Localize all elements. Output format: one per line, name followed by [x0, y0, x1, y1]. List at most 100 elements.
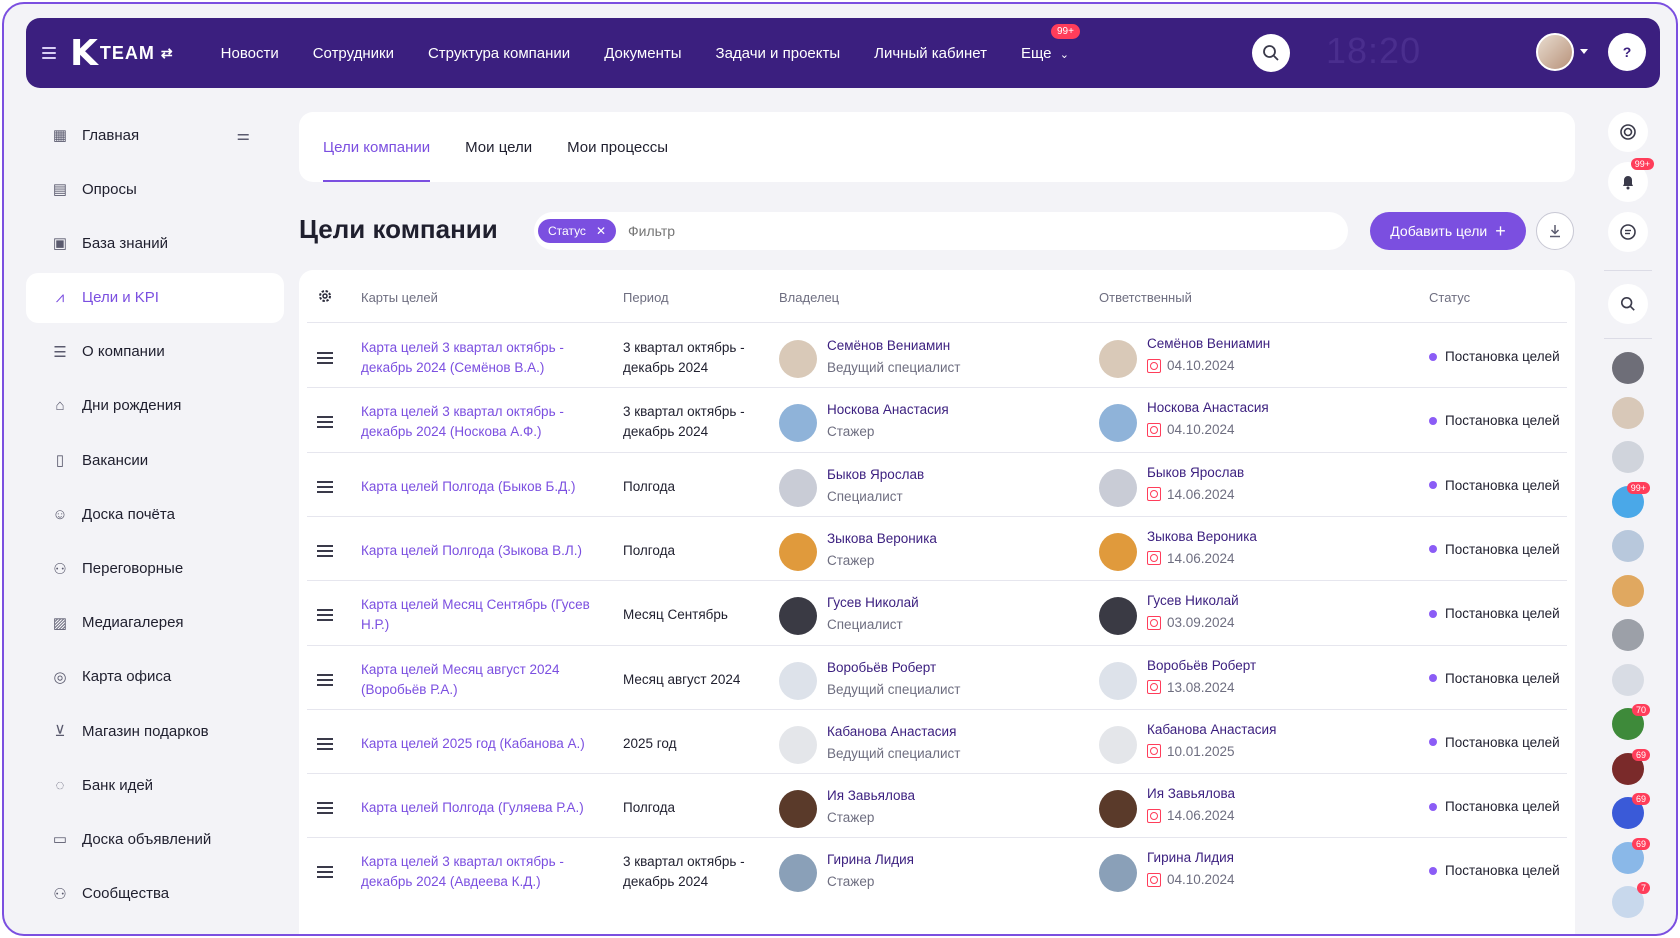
responsible-name[interactable]: Семёнов Вениамин [1147, 336, 1270, 351]
target-button[interactable] [1608, 112, 1648, 152]
contact-avatar[interactable]: 69 [1612, 837, 1650, 874]
nav-documents[interactable]: Документы [604, 45, 681, 62]
add-goals-button[interactable]: Добавить цели + [1370, 212, 1526, 250]
nav-tasks[interactable]: Задачи и проекты [716, 45, 841, 62]
responsible-avatar[interactable] [1099, 340, 1137, 378]
goal-card-link[interactable]: Карта целей Месяц Сентябрь (Гусев Н.Р.) [361, 595, 591, 635]
user-avatar[interactable] [1536, 33, 1574, 71]
owner-avatar[interactable] [779, 854, 817, 893]
nav-news[interactable]: Новости [221, 45, 279, 62]
logo[interactable]: K TEAM ⇄ [70, 33, 173, 74]
contact-avatar[interactable]: 69 [1612, 793, 1650, 829]
responsible-avatar[interactable] [1099, 532, 1137, 571]
contact-avatar[interactable]: 99+ [1612, 481, 1650, 518]
table-row[interactable]: Карта целей Полгода (Гуляева Р.А.) Полгод… [299, 774, 1575, 843]
goal-card-link[interactable]: Карта целей 2025 год (Кабанова А.) [361, 734, 591, 754]
header-owner[interactable]: Владелец [779, 290, 839, 305]
tab-my-processes[interactable]: Мои процессы [567, 112, 668, 182]
sidebar-item[interactable]: ⚇ Переговорные [26, 544, 284, 594]
contact-avatar[interactable] [1612, 530, 1644, 562]
drag-handle-icon[interactable] [317, 609, 333, 622]
sidebar-item[interactable]: ▤ Опросы [26, 164, 284, 214]
close-icon[interactable]: ✕ [596, 224, 606, 238]
status-filter-chip[interactable]: Статус ✕ [538, 219, 616, 243]
sidebar-item[interactable]: ☺ Доска почёта [26, 489, 284, 539]
owner-avatar[interactable] [779, 404, 817, 443]
drag-handle-icon[interactable] [317, 737, 333, 750]
owner-avatar[interactable] [779, 790, 817, 829]
download-button[interactable] [1536, 212, 1574, 250]
owner-name[interactable]: Воробьёв Роберт [827, 660, 936, 675]
filter-input[interactable] [628, 223, 1228, 239]
sidebar-item[interactable]: ◌ Банк идей [26, 760, 284, 810]
header-period[interactable]: Период [623, 290, 669, 305]
goal-card-link[interactable]: Карта целей Полгода (Быков Б.Д.) [361, 477, 591, 497]
responsible-name[interactable]: Быков Ярослав [1147, 465, 1244, 480]
owner-name[interactable]: Зыкова Вероника [827, 531, 937, 546]
nav-more[interactable]: Еще ⌄ 99+ [1021, 23, 1080, 62]
settings-sliders-icon[interactable]: ⚌ [237, 126, 250, 144]
responsible-name[interactable]: Зыкова Вероника [1147, 529, 1257, 544]
drag-handle-icon[interactable] [317, 802, 333, 815]
goal-card-link[interactable]: Карта целей 3 квартал октябрь - декабрь … [361, 402, 591, 442]
drag-handle-icon[interactable] [317, 480, 333, 493]
goal-card-link[interactable]: Карта целей Месяц август 2024 (Воробьёв … [361, 660, 591, 700]
nav-structure[interactable]: Структура компании [428, 45, 570, 62]
filter-bar[interactable]: Статус ✕ [534, 212, 1348, 250]
table-row[interactable]: Карта целей Полгода (Зыкова В.Л.) Полгода… [299, 517, 1575, 586]
caret-down-icon[interactable] [1580, 49, 1588, 54]
contact-avatar[interactable]: 7 [1612, 882, 1650, 918]
header-cards[interactable]: Карты целей [361, 290, 438, 305]
owner-avatar[interactable] [779, 725, 817, 764]
tab-company-goals[interactable]: Цели компании [323, 112, 431, 182]
owner-avatar[interactable] [779, 597, 817, 636]
contact-avatar[interactable] [1612, 574, 1644, 607]
owner-name[interactable]: Быков Ярослав [827, 467, 924, 482]
nav-cabinet[interactable]: Личный кабинет [874, 45, 987, 62]
owner-avatar[interactable] [779, 532, 817, 571]
help-button[interactable]: ? [1608, 33, 1646, 71]
contact-avatar[interactable]: 69 [1612, 748, 1650, 785]
table-row[interactable]: Карта целей 3 квартал октябрь - декабрь … [299, 388, 1575, 457]
sidebar-item[interactable]: ⌂ Дни рождения [26, 381, 284, 431]
rail-search-button[interactable] [1608, 284, 1648, 324]
contact-avatar[interactable]: 70 [1612, 704, 1650, 740]
search-button[interactable] [1252, 34, 1290, 72]
responsible-name[interactable]: Гирина Лидия [1147, 850, 1234, 865]
sidebar-item[interactable]: ⩘ Цели и KPI [26, 272, 284, 323]
header-responsible[interactable]: Ответственный [1099, 290, 1192, 305]
responsible-avatar[interactable] [1099, 790, 1137, 829]
contact-avatar[interactable] [1612, 352, 1644, 384]
responsible-avatar[interactable] [1099, 597, 1137, 636]
owner-name[interactable]: Гусев Николай [827, 595, 919, 610]
chat-button[interactable] [1608, 212, 1648, 252]
owner-avatar[interactable] [779, 340, 817, 378]
nav-employees[interactable]: Сотрудники [313, 45, 394, 62]
responsible-name[interactable]: Воробьёв Роберт [1147, 658, 1256, 673]
table-row[interactable]: Карта целей 3 квартал октябрь - декабрь … [299, 324, 1575, 393]
goal-card-link[interactable]: Карта целей 3 квартал октябрь - декабрь … [361, 338, 591, 378]
goal-card-link[interactable]: Карта целей 3 квартал октябрь - декабрь … [361, 852, 591, 892]
drag-handle-icon[interactable] [317, 866, 333, 879]
owner-avatar[interactable] [779, 468, 817, 507]
sidebar-item[interactable]: ▯ Вакансии [26, 435, 284, 485]
owner-name[interactable]: Гирина Лидия [827, 852, 914, 867]
header-status[interactable]: Статус [1429, 290, 1470, 305]
sidebar-item[interactable]: ◎ Карта офиса [26, 652, 284, 702]
responsible-avatar[interactable] [1099, 404, 1137, 443]
sidebar-item[interactable]: ⊻ Магазин подарков [26, 706, 284, 756]
drag-handle-icon[interactable] [317, 352, 333, 364]
contact-avatar[interactable] [1612, 396, 1644, 429]
table-row[interactable]: Карта целей 3 квартал октябрь - декабрь … [299, 838, 1575, 907]
owner-avatar[interactable] [779, 661, 817, 700]
owner-name[interactable]: Ия Завьялова [827, 788, 915, 803]
responsible-avatar[interactable] [1099, 854, 1137, 893]
sidebar-item[interactable]: ▣ База знаний [26, 218, 284, 268]
responsible-avatar[interactable] [1099, 661, 1137, 700]
owner-name[interactable]: Кабанова Анастасия [827, 724, 956, 739]
owner-name[interactable]: Носкова Анастасия [827, 402, 949, 417]
sidebar-item[interactable]: ▨ Медиагалерея [26, 598, 284, 648]
responsible-name[interactable]: Ия Завьялова [1147, 786, 1235, 801]
switch-icon[interactable]: ⇄ [161, 45, 173, 62]
goal-card-link[interactable]: Карта целей Полгода (Гуляева Р.А.) [361, 798, 591, 818]
